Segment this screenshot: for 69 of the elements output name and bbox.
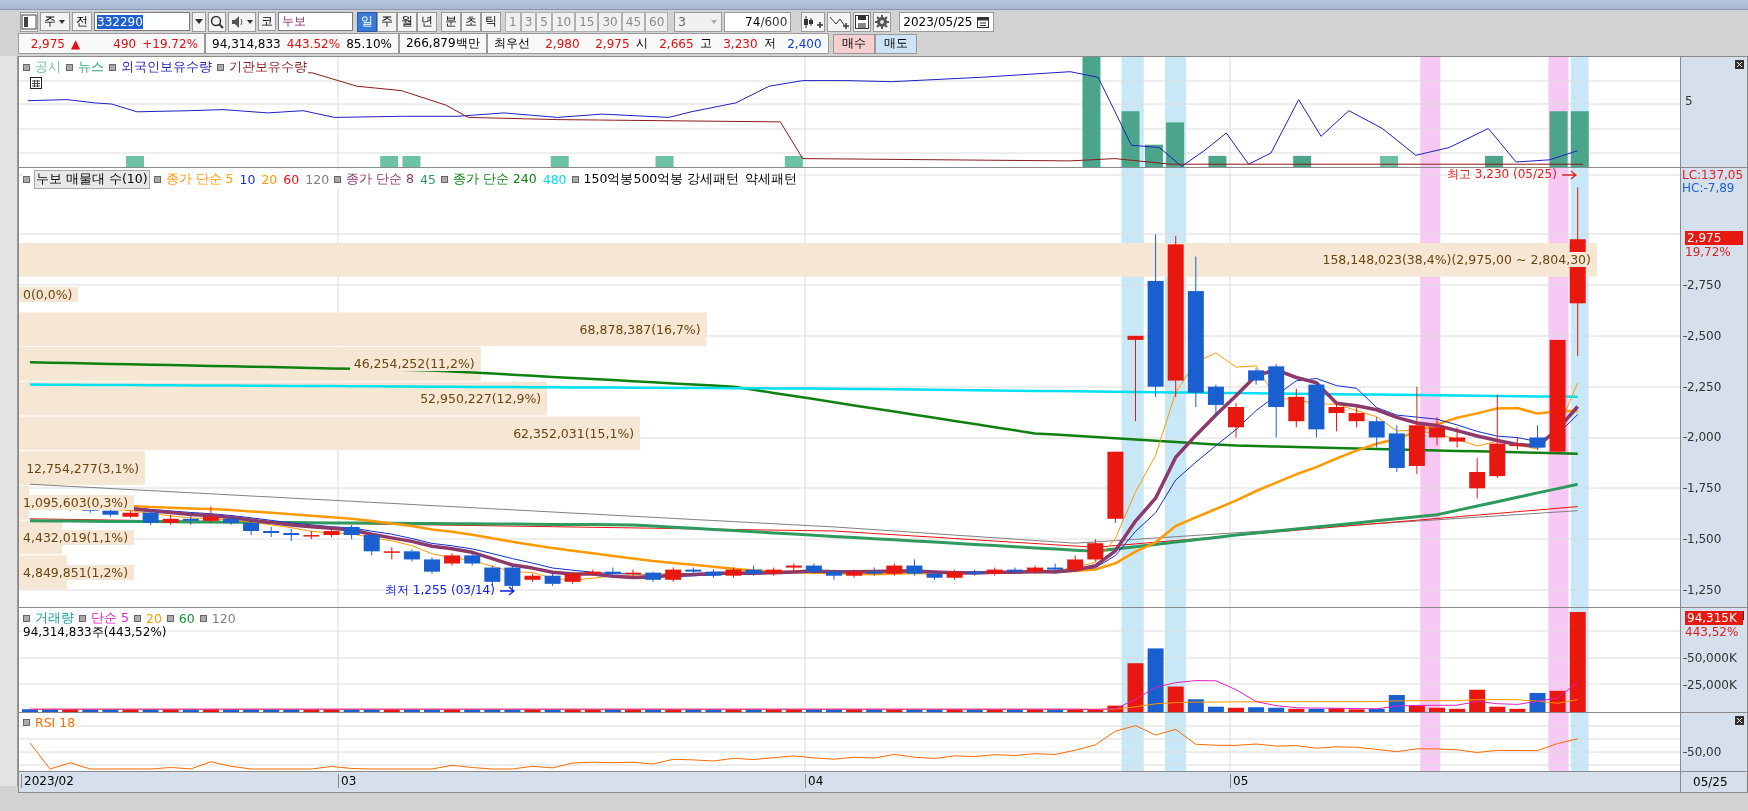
prev-button[interactable]: 전	[72, 12, 92, 31]
legend-label[interactable]: 누보 매물대 수(10)	[34, 170, 150, 189]
axis-tick-label: 5	[1685, 94, 1693, 108]
period-tab[interactable]: 초	[461, 11, 481, 32]
name-field[interactable]: 누보	[278, 12, 353, 31]
code-prefix-label: 코	[258, 12, 276, 31]
legend-label[interactable]: 단순 5	[90, 610, 130, 627]
legend-label[interactable]: 150억봉500억봉 강세패턴	[582, 171, 741, 188]
count-field[interactable]: 74	[745, 14, 761, 29]
legend-label[interactable]: 45	[419, 172, 437, 187]
current-volume-tag: 94,315K	[1685, 611, 1743, 625]
legend-label[interactable]: 120	[210, 611, 237, 626]
high-price: 3,230	[722, 36, 758, 51]
volume-total-label: 94,314,833주(443,52%)	[23, 624, 167, 641]
legend-label[interactable]: 기관보유수량	[228, 59, 308, 76]
volume-profile-label: 0(0,0%)	[19, 287, 79, 303]
date-label: 05	[1230, 774, 1249, 788]
volume-ratio-label: 443,52%	[1685, 625, 1739, 639]
date-field[interactable]: 2023/05/25	[899, 11, 994, 32]
period-tab[interactable]: 월	[397, 11, 417, 32]
legend-label[interactable]: 종가 단순 8	[345, 171, 415, 188]
trade-amount: 266,879백만	[405, 35, 480, 52]
date-label: 03	[338, 774, 357, 788]
current-change-label: 19,72%	[1685, 245, 1731, 259]
legend-label[interactable]: 60	[282, 172, 301, 187]
volume-profile-label: 46,254,252(11,2%)	[349, 356, 481, 372]
indicator-label: LC:137,05	[1682, 168, 1744, 182]
change-value: 490	[112, 36, 137, 51]
volume-profile-label: 1,095,603(0,3%)	[19, 495, 135, 511]
best-quote-label: 최우선	[493, 35, 530, 52]
ask-price: 2,980	[544, 36, 580, 51]
low-price: 2,400	[786, 36, 822, 51]
high-price-note: 최고 3,230 (05/25)	[1447, 168, 1557, 183]
change-percent: +19.72%	[142, 36, 199, 51]
period-tab[interactable]: 분	[441, 11, 461, 32]
spin-dropdown[interactable]: 3	[674, 11, 723, 32]
low-price-note: 최저 1,255 (03/14)	[385, 582, 495, 599]
count-max-label: /600	[760, 14, 788, 29]
legend-label[interactable]: 약세패턴	[744, 171, 799, 188]
legend-label[interactable]: 종가 단순 240	[451, 171, 538, 188]
open-label: 시	[635, 35, 648, 52]
legend-label[interactable]: 뉴스	[77, 59, 105, 76]
volume-ratio: 443.52%	[286, 36, 341, 51]
low-label: 저	[763, 35, 776, 52]
price-value: 2,975	[29, 36, 65, 51]
code-field[interactable]: 332290	[94, 12, 190, 31]
period-tab[interactable]: 주	[377, 11, 397, 32]
legend-label[interactable]: 10	[238, 172, 257, 187]
high-label: 고	[699, 35, 712, 52]
period-tab[interactable]: 년	[417, 11, 437, 32]
legend-label[interactable]: 120	[304, 172, 331, 187]
period-tab[interactable]: 틱	[481, 11, 501, 32]
legend-label[interactable]: 외국인보유수량	[120, 59, 213, 76]
turnover-rate: 85.10%	[346, 36, 392, 51]
market-dropdown[interactable]: 주	[40, 12, 70, 31]
date-label: 2023/02	[21, 774, 74, 788]
up-arrow-icon: ▲	[71, 36, 81, 51]
period-tab[interactable]: 일	[357, 11, 377, 32]
current-price-tag: 2,975	[1685, 231, 1743, 245]
indicator-label: HC:-7,89	[1682, 181, 1735, 195]
legend-label[interactable]: 60	[177, 611, 196, 626]
bid-price: 2,975	[594, 36, 630, 51]
legend-label[interactable]: 거래량	[34, 610, 75, 627]
buy-button[interactable]: 매수	[832, 33, 875, 54]
sell-button[interactable]: 매도	[874, 33, 917, 54]
date-label: 04	[805, 774, 824, 788]
date-label: 05/25	[1693, 775, 1728, 789]
volume-value: 94,314,833	[212, 36, 281, 51]
open-price: 2,665	[658, 36, 694, 51]
